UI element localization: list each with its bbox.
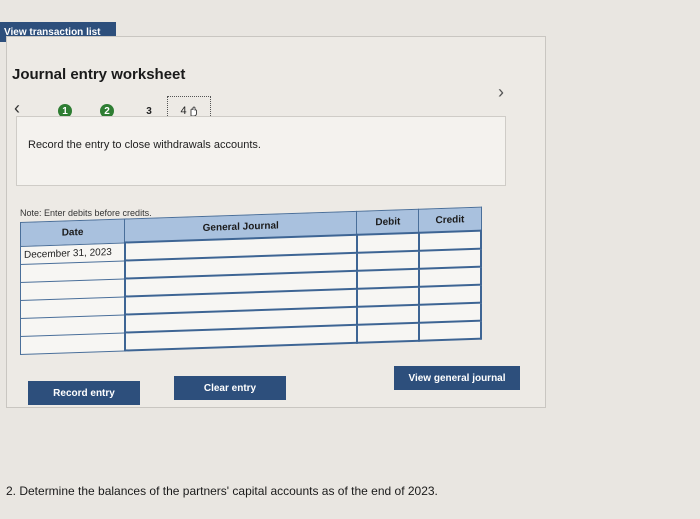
clear-entry-button[interactable]: Clear entry <box>174 376 286 400</box>
debit-cell[interactable] <box>356 322 419 343</box>
debit-cell[interactable] <box>356 250 419 271</box>
credit-cell[interactable] <box>418 320 481 341</box>
debit-cell[interactable] <box>356 268 419 289</box>
debit-cell[interactable] <box>356 232 419 253</box>
header-debit: Debit <box>356 209 419 235</box>
worksheet-title: Journal entry worksheet <box>12 66 186 83</box>
chevron-right-icon[interactable]: › <box>498 82 504 103</box>
debit-cell[interactable] <box>356 286 419 307</box>
credit-cell[interactable] <box>418 266 481 287</box>
credit-cell[interactable] <box>418 248 481 269</box>
date-cell[interactable] <box>20 332 125 354</box>
header-date: Date <box>20 219 125 246</box>
debits-note: Note: Enter debits before credits. <box>20 208 152 218</box>
journal-entry-table: Date General Journal Debit Credit Decemb… <box>20 206 482 355</box>
instruction-box <box>16 116 506 186</box>
record-entry-button[interactable]: Record entry <box>28 381 140 405</box>
journal-table-wrapper: Date General Journal Debit Credit Decemb… <box>20 206 482 362</box>
view-general-journal-button[interactable]: View general journal <box>394 366 520 390</box>
question-text: 2. Determine the balances of the partner… <box>6 484 438 498</box>
credit-cell[interactable] <box>418 302 481 323</box>
debit-cell[interactable] <box>356 304 419 325</box>
header-credit: Credit <box>418 207 481 233</box>
instruction-text: Record the entry to close withdrawals ac… <box>28 139 261 151</box>
credit-cell[interactable] <box>418 284 481 305</box>
credit-cell[interactable] <box>418 230 481 251</box>
